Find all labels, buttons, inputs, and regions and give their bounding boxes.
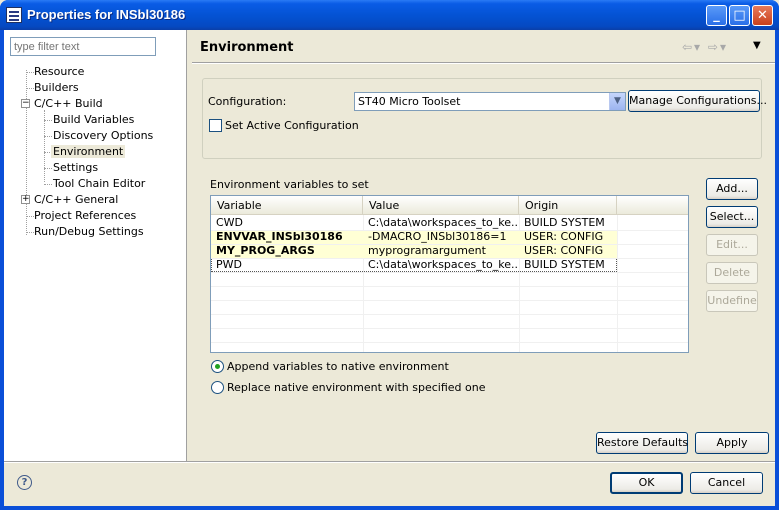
row-divider <box>211 342 688 343</box>
header-separator <box>192 62 775 64</box>
tree-connector <box>44 136 52 137</box>
window-title: Properties for INSbl30186 <box>27 7 186 22</box>
append-radio[interactable] <box>211 360 224 373</box>
filter-input[interactable] <box>10 37 156 56</box>
tree-connector <box>26 216 34 217</box>
column-header-variable[interactable]: Variable <box>211 196 363 215</box>
row-divider <box>211 286 688 287</box>
table-header: Variable Value Origin <box>211 196 688 215</box>
maximize-icon[interactable]: □ <box>729 5 750 26</box>
tree-item-settings[interactable]: Settings <box>53 161 98 174</box>
row-divider <box>211 272 688 273</box>
configuration-select[interactable]: ST40 Micro Toolset ▼ <box>354 92 626 111</box>
navigation-pane: Resource Builders − C/C++ Build Build Va… <box>4 30 187 461</box>
cell-variable: PWD <box>216 258 242 271</box>
close-icon[interactable]: ✕ <box>752 5 773 26</box>
tree-connector <box>44 168 52 169</box>
cell-value: C:\data\workspaces_to_ke... <box>368 216 519 229</box>
cell-value: -DMACRO_INSbl30186=1 <box>363 230 519 244</box>
expand-icon[interactable]: + <box>21 195 30 204</box>
row-divider <box>211 244 688 245</box>
eclipse-app-icon <box>6 7 22 23</box>
title-bar[interactable]: Properties for INSbl30186 _ □ ✕ <box>0 0 779 30</box>
row-divider <box>211 328 688 329</box>
row-divider <box>211 230 688 231</box>
tree-item-run-debug-settings[interactable]: Run/Debug Settings <box>34 225 144 238</box>
row-divider <box>211 258 688 259</box>
table-row[interactable]: CWD C:\data\workspaces_to_ke... BUILD SY… <box>211 216 688 230</box>
tree-item-builders[interactable]: Builders <box>34 81 79 94</box>
cell-value: myprogramargument <box>363 244 519 258</box>
append-radio-label: Append variables to native environment <box>227 360 449 373</box>
column-header-value[interactable]: Value <box>363 196 519 215</box>
tree-item-tool-chain-editor[interactable]: Tool Chain Editor <box>53 177 145 190</box>
table-row[interactable]: MY_PROG_ARGS myprogramargument USER: CON… <box>211 244 688 258</box>
select-button[interactable]: Select... <box>706 206 758 228</box>
cell-variable: MY_PROG_ARGS <box>211 244 363 258</box>
minimize-icon[interactable]: _ <box>706 5 727 26</box>
help-icon[interactable]: ? <box>17 475 32 490</box>
apply-button[interactable]: Apply <box>695 432 769 454</box>
view-menu-icon[interactable]: ▼ <box>753 40 761 51</box>
tree-connector <box>44 120 52 121</box>
cell-variable: ENVVAR_INSbl30186 <box>211 230 363 244</box>
tree-connector <box>26 232 34 233</box>
row-divider <box>211 300 688 301</box>
set-active-configuration-checkbox[interactable] <box>209 119 222 132</box>
collapse-icon[interactable]: − <box>21 99 30 108</box>
edit-button[interactable]: Edit... <box>706 234 758 256</box>
properties-window: Properties for INSbl30186 _ □ ✕ Resource… <box>0 0 779 510</box>
tree-connector <box>44 184 52 185</box>
cell-origin: USER: CONFIG <box>519 244 617 258</box>
ok-button[interactable]: OK <box>610 472 683 494</box>
row-divider <box>211 314 688 315</box>
content-pane: Environment ⇦▾ ⇨▾ ▼ Configuration: ST40 … <box>188 30 775 461</box>
replace-radio-label: Replace native environment with specifie… <box>227 381 486 394</box>
undefine-button[interactable]: Undefine <box>706 290 758 312</box>
configuration-label: Configuration: <box>208 95 287 108</box>
restore-defaults-button[interactable]: Restore Defaults <box>596 432 688 454</box>
chevron-down-icon[interactable]: ▼ <box>609 93 625 110</box>
set-active-configuration-label: Set Active Configuration <box>225 119 359 132</box>
tree-item-cpp-build[interactable]: C/C++ Build <box>34 97 103 110</box>
tree-item-cpp-general[interactable]: C/C++ General <box>34 193 118 206</box>
env-section-label: Environment variables to set <box>210 178 369 191</box>
cell-origin: USER: CONFIG <box>519 230 617 244</box>
page-title: Environment <box>200 40 294 55</box>
table-row[interactable]: PWD C:\data\workspaces_to_ke... BUILD SY… <box>211 258 617 272</box>
tree-item-project-references[interactable]: Project References <box>34 209 136 222</box>
cancel-button[interactable]: Cancel <box>690 472 763 494</box>
env-variables-table[interactable]: Variable Value Origin CWD C:\data\worksp… <box>210 195 689 353</box>
tree-item-build-variables[interactable]: Build Variables <box>53 113 134 126</box>
table-row[interactable]: ENVVAR_INSbl30186 -DMACRO_INSbl30186=1 U… <box>211 230 688 244</box>
delete-button[interactable]: Delete <box>706 262 758 284</box>
manage-configurations-button[interactable]: Manage Configurations... <box>628 90 767 112</box>
footer-separator <box>4 461 775 463</box>
tree-item-discovery-options[interactable]: Discovery Options <box>53 129 153 142</box>
replace-radio[interactable] <box>211 381 224 394</box>
dialog-client: Resource Builders − C/C++ Build Build Va… <box>4 30 775 506</box>
cell-origin: BUILD SYSTEM <box>524 258 605 271</box>
cell-origin: BUILD SYSTEM <box>524 216 605 229</box>
cell-variable: CWD <box>216 216 244 229</box>
add-button[interactable]: Add... <box>706 178 758 200</box>
configuration-select-value: ST40 Micro Toolset <box>358 95 461 108</box>
tree-item-environment[interactable]: Environment <box>51 145 126 158</box>
column-header-origin[interactable]: Origin <box>519 196 617 215</box>
tree-connector <box>26 72 34 73</box>
back-forward-icon[interactable]: ⇦▾ ⇨▾ <box>682 40 728 54</box>
cell-value: C:\data\workspaces_to_ke... <box>368 258 519 271</box>
tree-guide-line <box>26 70 27 235</box>
tree-item-resource[interactable]: Resource <box>34 65 84 78</box>
tree-connector <box>26 88 34 89</box>
